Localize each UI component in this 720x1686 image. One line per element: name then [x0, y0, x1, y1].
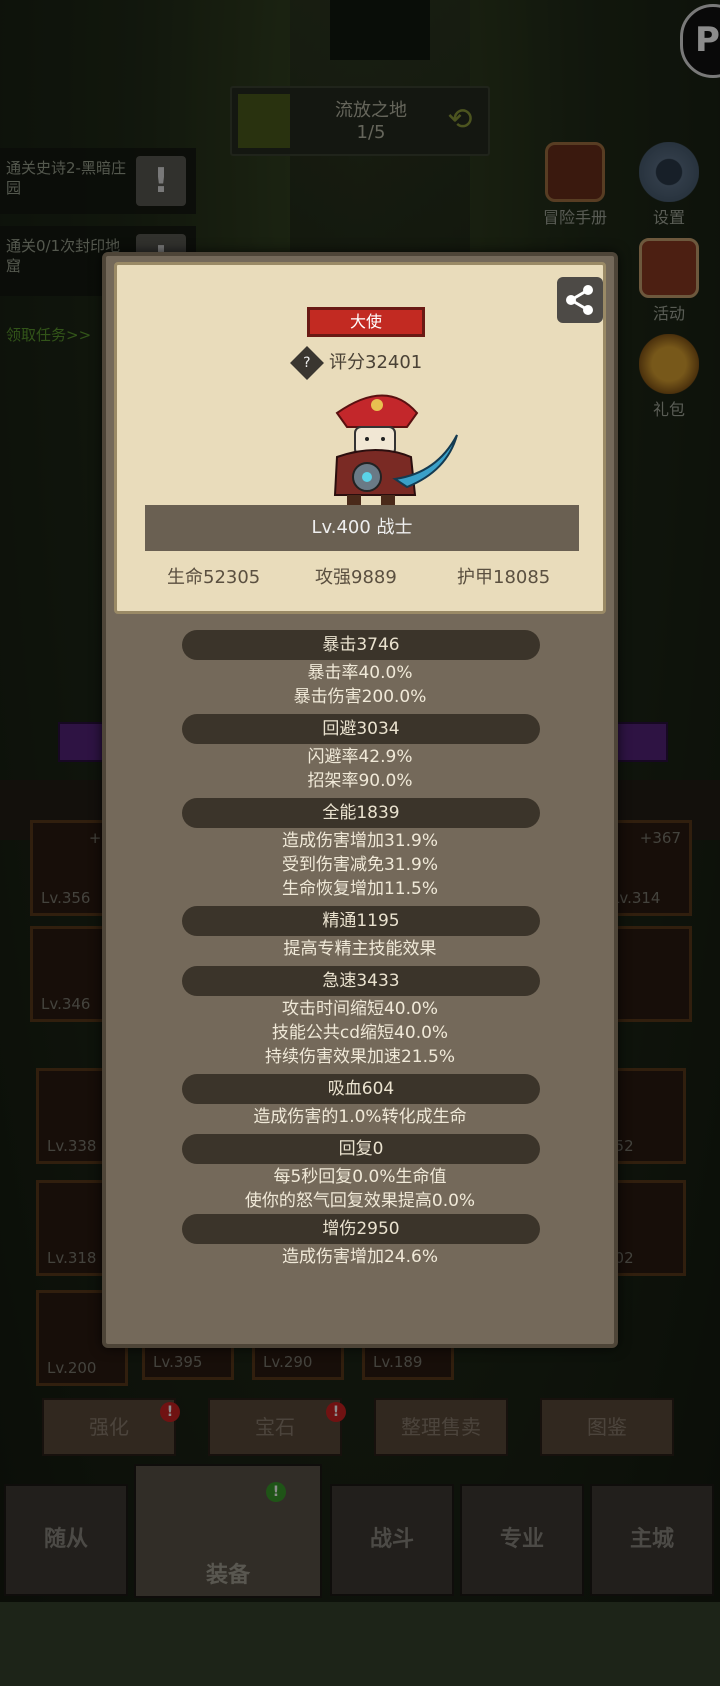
attr-line: 招架率90.0%: [307, 771, 413, 791]
attr-line: 造成伤害增加24.6%: [281, 1247, 438, 1267]
attr-leech-header: 吸血604: [182, 1074, 540, 1104]
attr-line: 每5秒回复0.0%生命值: [273, 1167, 447, 1187]
primary-stats: 生命52305 攻强9889 护甲18085: [117, 563, 609, 593]
level-class-bar: Lv.400 战士: [145, 505, 579, 551]
score: ? 评分32401: [290, 346, 455, 380]
attr-crit-header: 暴击3746: [182, 630, 540, 660]
attr-line: 技能公共cd缩短40.0%: [271, 1023, 449, 1043]
attr-line: 使你的怒气回复效果提高0.0%: [244, 1191, 476, 1211]
attr-line: 受到伤害减免31.9%: [281, 855, 438, 875]
attr-haste-header: 急速3433: [182, 966, 540, 996]
hero-detail-popup: 大使 ? 评分32401 Lv.400 战士 生命52305 攻强9889 护甲1…: [102, 252, 618, 1348]
attr-line: 持续伤害效果加速21.5%: [264, 1047, 455, 1067]
attr-regen-header: 回复0: [182, 1134, 540, 1164]
title-tag: 大使: [307, 307, 425, 337]
share-button[interactable]: [557, 277, 603, 323]
score-value: 评分32401: [329, 352, 423, 373]
stat-attack: 攻强9889: [315, 567, 397, 588]
share-icon: [566, 285, 593, 315]
attr-damage-bonus-header: 增伤2950: [182, 1214, 540, 1244]
attr-line: 攻击时间缩短40.0%: [281, 999, 438, 1019]
attr-line: 闪避率42.9%: [307, 747, 413, 767]
hero-card: 大使 ? 评分32401 Lv.400 战士 生命52305 攻强9889 护甲1…: [114, 262, 606, 614]
attr-dodge-header: 回避3034: [182, 714, 540, 744]
hero-portrait: [333, 394, 458, 509]
attr-line: 暴击率40.0%: [307, 663, 413, 683]
stat-hp: 生命52305: [167, 567, 261, 588]
attr-mastery-header: 精通1195: [182, 906, 540, 936]
attr-line: 暴击伤害200.0%: [293, 687, 427, 707]
attr-line: 生命恢复增加11.5%: [281, 879, 438, 899]
attr-versatility-header: 全能1839: [182, 798, 540, 828]
attr-line: 提高专精主技能效果: [283, 939, 437, 959]
attr-line: 造成伤害的1.0%转化成生命: [253, 1107, 467, 1127]
help-icon[interactable]: ?: [290, 346, 324, 380]
attr-line: 造成伤害增加31.9%: [281, 831, 438, 851]
stat-armor: 护甲18085: [457, 567, 551, 588]
